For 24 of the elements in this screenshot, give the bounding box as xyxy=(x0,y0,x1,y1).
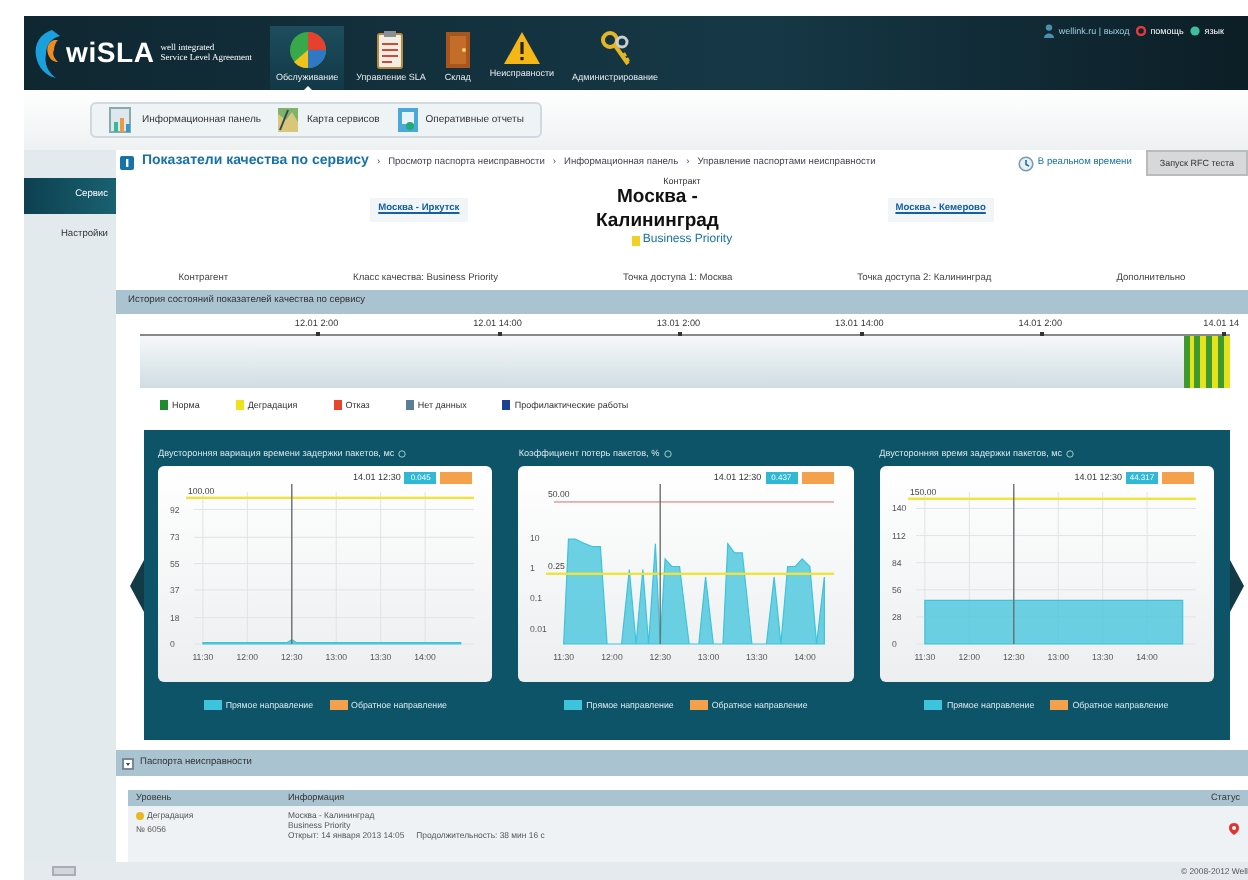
map-icon xyxy=(276,106,301,134)
chart-document-icon xyxy=(108,106,136,134)
collapse-handle-icon[interactable] xyxy=(52,866,76,876)
clock-icon xyxy=(1018,155,1035,171)
keys-icon xyxy=(599,29,631,70)
value-box xyxy=(801,472,834,484)
logo-text: wiSLA xyxy=(66,36,155,70)
user-icon xyxy=(1044,24,1055,38)
expand-icon[interactable] xyxy=(122,757,134,769)
warning-icon xyxy=(501,29,542,66)
history-timeline[interactable] xyxy=(140,334,1230,388)
help-icon xyxy=(1136,26,1147,36)
clipboard-icon xyxy=(376,29,405,70)
value-box xyxy=(1161,472,1194,484)
status-icon xyxy=(1228,822,1240,836)
logo-icon xyxy=(32,27,60,79)
next-arrow[interactable] xyxy=(1230,559,1244,611)
contract-title: Москва - Калининград xyxy=(593,186,721,233)
value-box xyxy=(440,472,473,484)
page-icon xyxy=(120,156,134,170)
previous-arrow[interactable] xyxy=(130,559,144,611)
globe-icon xyxy=(1190,26,1201,36)
door-icon xyxy=(443,29,472,70)
pie-chart-icon xyxy=(287,29,328,70)
